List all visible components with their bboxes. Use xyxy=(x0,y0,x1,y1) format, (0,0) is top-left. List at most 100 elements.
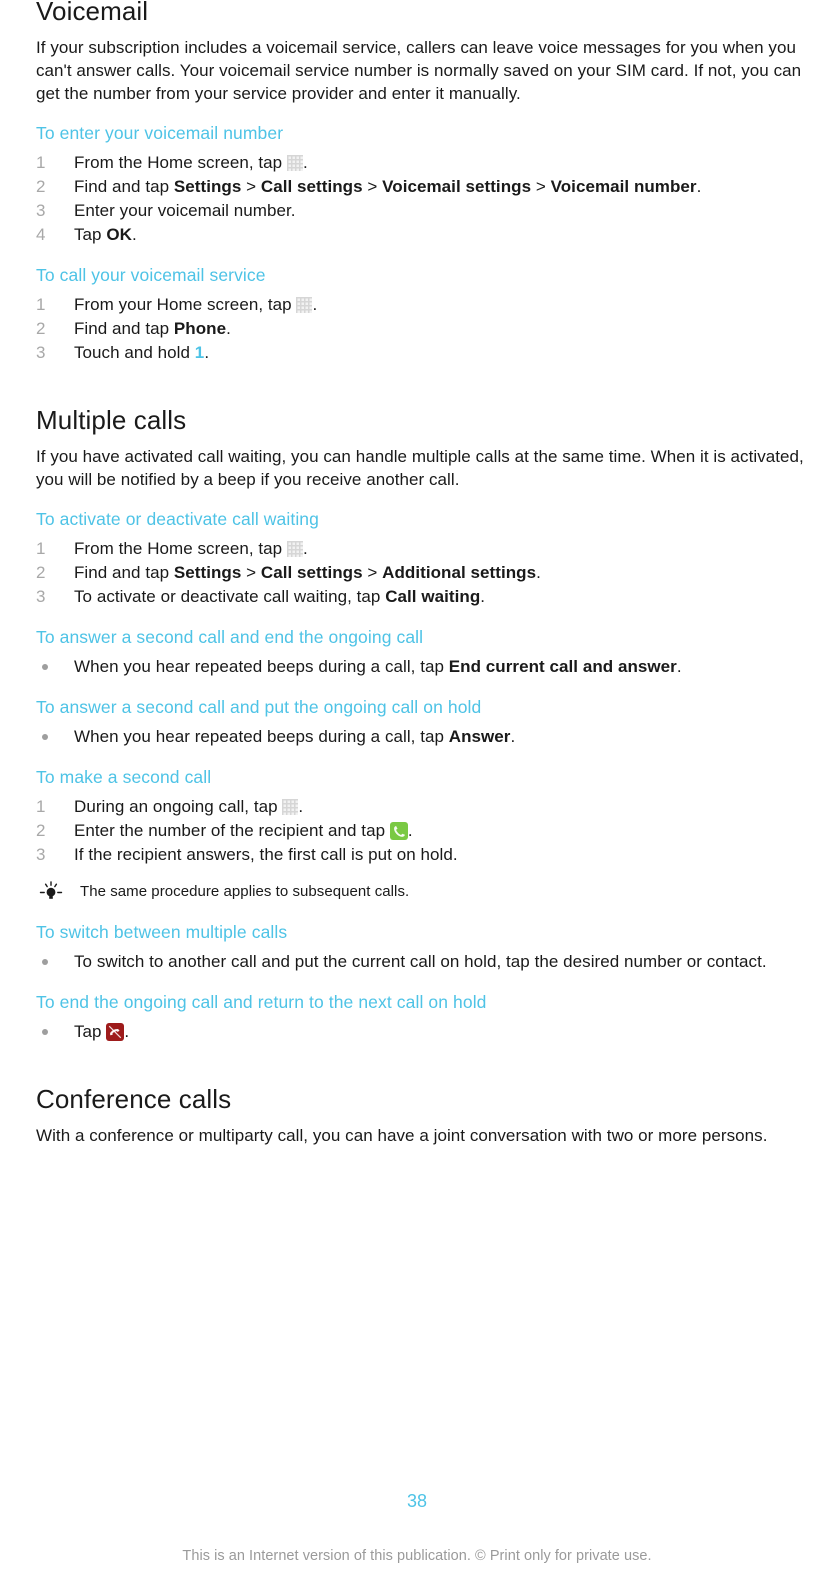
step-text: Find and tap xyxy=(74,563,174,582)
step-text: From the Home screen, tap xyxy=(74,153,287,172)
bullet-icon xyxy=(42,734,48,740)
document-page: Voicemail If your subscription includes … xyxy=(0,0,834,1584)
procedure-title-enter-voicemail-number: To enter your voicemail number xyxy=(36,123,284,143)
step-text-post: . xyxy=(302,153,308,172)
keypad-key-one: 1 xyxy=(194,343,205,362)
section-intro-multiple-calls: If you have activated call waiting, you … xyxy=(36,447,804,489)
list-item: 1 From the Home screen, tap . xyxy=(36,151,824,175)
step-marker: 2 xyxy=(36,821,46,840)
step-text: Enter the number of the recipient and ta… xyxy=(74,821,390,840)
home-grid-icon xyxy=(286,541,303,557)
list-item: 2 Find and tap Settings > Call settings … xyxy=(36,561,824,585)
step-marker: 3 xyxy=(36,201,46,220)
list-item: 1 From your Home screen, tap . xyxy=(36,293,824,317)
steps-make-second-call: 1 During an ongoing call, tap . 2 Enter … xyxy=(36,795,824,867)
list-item: 2 Find and tap Phone. xyxy=(36,317,824,341)
step-text-post: . xyxy=(536,563,541,582)
ui-label-end-current-call-and-answer: End current call and answer xyxy=(448,657,677,676)
step-marker: 4 xyxy=(36,225,46,244)
ui-label-phone: Phone xyxy=(173,319,227,338)
ui-label-settings: Settings xyxy=(173,563,242,582)
bullet-icon xyxy=(42,664,48,670)
step-text: From the Home screen, tap xyxy=(74,539,287,558)
separator: > xyxy=(362,563,383,582)
footer-note: This is an Internet version of this publ… xyxy=(182,1548,652,1564)
step-text-post: . xyxy=(226,319,231,338)
step-text-post: . xyxy=(312,295,318,314)
step-marker: 1 xyxy=(36,295,46,314)
green-call-icon xyxy=(389,822,408,840)
step-text: Find and tap xyxy=(74,319,174,338)
section-intro-conference-calls: With a conference or multiparty call, yo… xyxy=(36,1126,768,1145)
steps-end-ongoing-return-hold: Tap . xyxy=(36,1020,824,1044)
step-marker: 3 xyxy=(36,587,46,606)
procedure-title-call-voicemail-service: To call your voicemail service xyxy=(36,265,266,285)
list-item: Tap . xyxy=(36,1020,824,1044)
step-text-post: . xyxy=(124,1022,130,1041)
ui-label-call-settings: Call settings xyxy=(260,177,363,196)
step-text-post: . xyxy=(204,343,210,362)
procedure-title-answer-second-end-ongoing: To answer a second call and end the ongo… xyxy=(36,627,424,647)
step-text: To switch to another call and put the cu… xyxy=(74,952,767,971)
list-item: 2 Find and tap Settings > Call settings … xyxy=(36,175,824,199)
bullet-icon xyxy=(42,1029,48,1035)
step-text-post: . xyxy=(131,225,137,244)
step-text-post: . xyxy=(696,177,702,196)
section-title-multiple-calls: Multiple calls xyxy=(36,405,187,435)
step-marker: 1 xyxy=(36,539,46,558)
steps-call-voicemail-service: 1 From your Home screen, tap . 2 Find an… xyxy=(36,293,824,365)
step-text: Touch and hold xyxy=(74,343,195,362)
procedure-title-switch-between-calls: To switch between multiple calls xyxy=(36,922,288,942)
step-text: Enter your voicemail number. xyxy=(74,201,296,220)
list-item: 1 From the Home screen, tap . xyxy=(36,537,824,561)
lightbulb-icon xyxy=(38,880,64,904)
step-text: Find and tap xyxy=(74,177,174,196)
section-title-conference-calls: Conference calls xyxy=(36,1084,232,1114)
step-text-post: . xyxy=(676,657,682,676)
separator: > xyxy=(241,563,261,582)
step-text: During an ongoing call, tap xyxy=(74,797,283,816)
ui-label-call-waiting: Call waiting xyxy=(385,587,481,606)
section-intro-voicemail: If your subscription includes a voicemai… xyxy=(36,38,802,103)
procedure-title-answer-second-hold-ongoing: To answer a second call and put the ongo… xyxy=(36,697,482,717)
list-item: To switch to another call and put the cu… xyxy=(36,950,824,974)
ui-label-ok: OK xyxy=(106,225,132,244)
step-marker: 1 xyxy=(36,153,46,172)
step-text-post: . xyxy=(510,727,516,746)
procedure-title-make-second-call: To make a second call xyxy=(36,767,212,787)
step-marker: 1 xyxy=(36,797,46,816)
step-text: When you hear repeated beeps during a ca… xyxy=(74,657,449,676)
step-marker: 3 xyxy=(36,845,46,864)
page-number: 38 xyxy=(406,1491,428,1511)
step-marker: 2 xyxy=(36,177,46,196)
step-text-post: . xyxy=(298,797,304,816)
list-item: 3 If the recipient answers, the first ca… xyxy=(36,843,824,867)
step-marker: 3 xyxy=(36,343,46,362)
step-text: Tap xyxy=(74,225,107,244)
procedure-title-activate-call-waiting: To activate or deactivate call waiting xyxy=(36,509,319,529)
home-grid-icon xyxy=(282,799,299,815)
step-text-post: . xyxy=(480,587,486,606)
ui-label-call-settings: Call settings xyxy=(260,563,363,582)
red-end-call-icon xyxy=(106,1023,125,1041)
steps-enter-voicemail-number: 1 From the Home screen, tap . 2 Find and… xyxy=(36,151,824,247)
step-text: If the recipient answers, the first call… xyxy=(74,845,458,864)
ui-label-answer: Answer xyxy=(448,727,511,746)
page-title: Voicemail xyxy=(36,0,149,26)
step-text-post: . xyxy=(407,821,413,840)
step-text: To activate or deactivate call waiting, … xyxy=(74,587,386,606)
list-item: 3 Touch and hold 1. xyxy=(36,341,824,365)
home-grid-icon xyxy=(296,297,313,313)
list-item: 4 Tap OK. xyxy=(36,223,824,247)
list-item: 2 Enter the number of the recipient and … xyxy=(36,819,824,843)
home-grid-icon xyxy=(286,155,303,171)
ui-label-additional-settings: Additional settings xyxy=(382,563,537,582)
list-item: When you hear repeated beeps during a ca… xyxy=(36,655,824,679)
step-text-post: . xyxy=(302,539,308,558)
list-item: 1 During an ongoing call, tap . xyxy=(36,795,824,819)
tip-text: The same procedure applies to subsequent… xyxy=(80,883,410,900)
procedure-title-end-ongoing-return-hold: To end the ongoing call and return to th… xyxy=(36,992,487,1012)
ui-label-voicemail-number: Voicemail number xyxy=(550,177,697,196)
separator: > xyxy=(362,177,383,196)
step-marker: 2 xyxy=(36,563,46,582)
